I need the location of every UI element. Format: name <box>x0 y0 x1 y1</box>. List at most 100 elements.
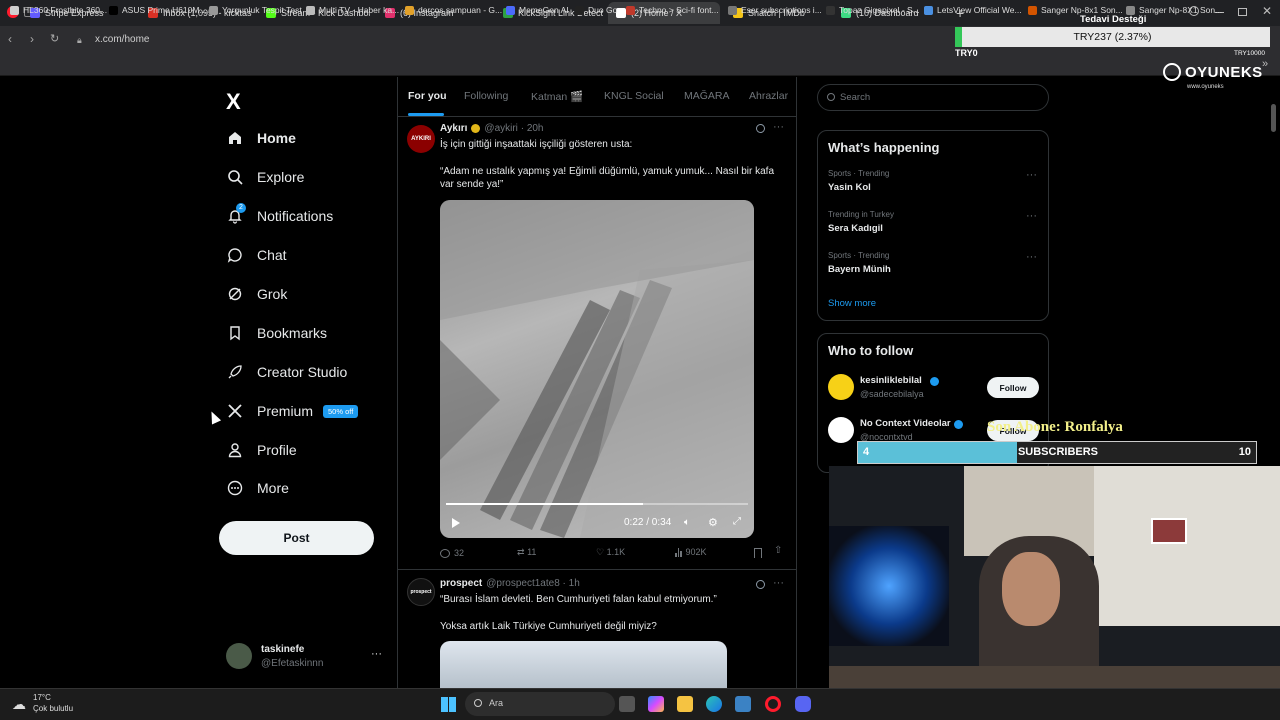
page-scrollbar[interactable] <box>1271 104 1276 132</box>
file-explorer-icon[interactable] <box>677 696 693 712</box>
more-dots-icon[interactable]: ··· <box>773 577 784 589</box>
tweet[interactable]: prospect prospect @prospect1ate8 · 1h ··… <box>398 570 796 688</box>
feed-tab[interactable]: Following <box>464 90 508 102</box>
bookmark[interactable]: Duo Go <box>575 5 617 15</box>
sidebar-item-home[interactable]: Home <box>226 128 296 148</box>
bookmark[interactable]: MemeGen AI <box>506 5 569 15</box>
opera-icon[interactable] <box>765 696 781 712</box>
feed-tab[interactable]: For you <box>408 90 447 102</box>
tweet-image[interactable] <box>440 641 727 688</box>
bookmark[interactable]: LetsView Official We... <box>924 5 1022 15</box>
store-icon[interactable] <box>735 696 751 712</box>
back-button[interactable]: ‹ <box>8 32 12 46</box>
like-button[interactable]: ♡ 1.1K <box>596 547 625 558</box>
copilot-icon[interactable] <box>648 696 664 712</box>
bookmarks-more-icon[interactable]: » <box>1262 58 1268 70</box>
feed-tab[interactable]: KNGL Social <box>604 90 664 102</box>
more-dots-icon[interactable]: ··· <box>371 648 382 660</box>
tweet-handle[interactable]: @prospect1ate8 <box>486 578 560 589</box>
forward-button[interactable]: › <box>30 32 34 46</box>
trend-name[interactable]: Yasin Kol <box>828 182 871 193</box>
tweet-author[interactable]: prospect <box>440 578 482 589</box>
settings-icon[interactable]: ⚙ <box>708 516 718 529</box>
avatar[interactable] <box>828 417 854 443</box>
feed-tab[interactable]: Ahrazlar <box>749 90 788 102</box>
sidebar-item-grok[interactable]: Grok <box>226 284 287 304</box>
account-switcher[interactable]: taskinefe @Efetaskinnn ··· <box>226 640 386 674</box>
tweet-time[interactable]: 20h <box>527 123 544 134</box>
feed-tab[interactable]: MAĞARA <box>684 90 730 102</box>
sidebar-item-chat[interactable]: Chat <box>226 245 287 265</box>
panel-title: Who to follow <box>828 343 914 358</box>
url-field[interactable]: x.com/home <box>95 34 149 45</box>
trend-name[interactable]: Bayern Münih <box>828 264 891 275</box>
follow-handle: @sadecebilalya <box>860 389 924 399</box>
play-icon[interactable] <box>452 518 460 528</box>
trend-name[interactable]: Sera Kadıgil <box>828 223 883 234</box>
bookmark-icon <box>10 5 19 15</box>
search-input[interactable]: Search <box>817 84 1049 111</box>
bookmark[interactable]: Techno > Sci-fi font... <box>626 5 719 15</box>
follow-name[interactable]: kesinliklebilal <box>860 375 922 386</box>
reply-button[interactable]: 32 <box>440 548 464 558</box>
sidebar-item-explore[interactable]: Explore <box>226 167 304 187</box>
bookmark[interactable]: Sanger Np-8X1 Son... <box>1126 5 1222 15</box>
share-icon[interactable]: ⇧ <box>774 545 782 556</box>
reload-button[interactable]: ↻ <box>50 32 59 45</box>
search-icon <box>226 168 244 186</box>
post-button[interactable]: Post <box>219 521 374 555</box>
sidebar-item-bookmarks[interactable]: Bookmarks <box>226 323 327 343</box>
task-view-icon[interactable] <box>619 696 635 712</box>
bookmark[interactable]: ASUS Prime H610M... <box>109 5 207 15</box>
volume-icon[interactable]: 🔈︎ <box>684 517 690 528</box>
video-progress-fill <box>446 503 643 505</box>
bookmark[interactable]: Yorgunluk Tespit Test <box>209 5 302 15</box>
views-button[interactable]: 902K <box>675 547 707 557</box>
bookmark-icon <box>226 324 244 342</box>
bookmark[interactable]: Topaz Gigapixel - S... <box>826 5 920 15</box>
discord-icon[interactable] <box>795 696 811 712</box>
windows-start-icon[interactable] <box>441 697 456 712</box>
tweet[interactable]: AYKIRI Aykırı @aykiri · 20h ··· İş için … <box>398 117 796 569</box>
bookmark[interactable]: Sanger Np-8x1 Son... <box>1028 5 1123 15</box>
taskbar-search[interactable]: Ara <box>465 692 615 716</box>
search-icon <box>827 93 835 101</box>
tweet-author[interactable]: Aykırı <box>440 123 467 134</box>
fullscreen-icon[interactable]: ⤢ <box>733 516 741 527</box>
tweet-video[interactable]: 0:22 / 0:34 🔈︎ ⚙ ⤢ <box>440 200 754 538</box>
sidebar-item-more[interactable]: More <box>226 478 289 498</box>
avatar[interactable] <box>828 374 854 400</box>
grok-icon[interactable] <box>756 580 765 589</box>
tweet-time[interactable]: 1h <box>569 578 580 589</box>
more-dots-icon[interactable]: ··· <box>1026 169 1037 181</box>
bookmark-label: MemeGen AI <box>519 5 569 15</box>
more-dots-icon[interactable]: ··· <box>773 121 784 133</box>
sidebar-item-notifications[interactable]: 2 Notifications <box>226 203 333 226</box>
weather-icon[interactable]: ☁ <box>12 696 26 713</box>
more-dots-icon[interactable]: ··· <box>1026 210 1037 222</box>
maximize-button[interactable] <box>1238 8 1247 16</box>
follow-button[interactable]: Follow <box>987 377 1039 398</box>
edge-icon[interactable] <box>706 696 722 712</box>
feed-tab[interactable]: Katman 🎬 <box>531 90 583 103</box>
more-dots-icon[interactable]: ··· <box>1026 251 1037 263</box>
weather-temp: 17°C <box>33 693 51 702</box>
sidebar-item-profile[interactable]: Profile <box>226 440 297 460</box>
sidebar-item-creator-studio[interactable]: Creator Studio <box>226 362 347 382</box>
avatar <box>226 643 252 669</box>
bookmark[interactable]: HL360 Frostbite 360... <box>10 5 107 15</box>
close-button[interactable]: ✕ <box>1262 4 1272 18</box>
weather-desc: Çok bulutlu <box>33 704 74 713</box>
x-logo[interactable]: X <box>226 89 241 115</box>
repost-button[interactable]: ⇄ 11 <box>517 547 536 558</box>
bookmark-icon[interactable] <box>754 548 762 558</box>
bookmark[interactable]: dercos şampuan - G... <box>405 5 502 15</box>
sidebar-item-premium[interactable]: Premium 50% off <box>226 401 359 421</box>
bookmark[interactable]: Eser subscriptions i... <box>728 5 822 15</box>
show-more-link[interactable]: Show more <box>828 298 876 309</box>
sub-label: SUBSCRIBERS <box>1017 446 1099 458</box>
tweet-handle[interactable]: @aykiri <box>484 123 518 134</box>
follow-name[interactable]: No Context Videolar <box>860 418 951 429</box>
bookmark[interactable]: Multi TV - Haber ka... <box>306 5 399 15</box>
grok-icon[interactable] <box>756 124 765 133</box>
